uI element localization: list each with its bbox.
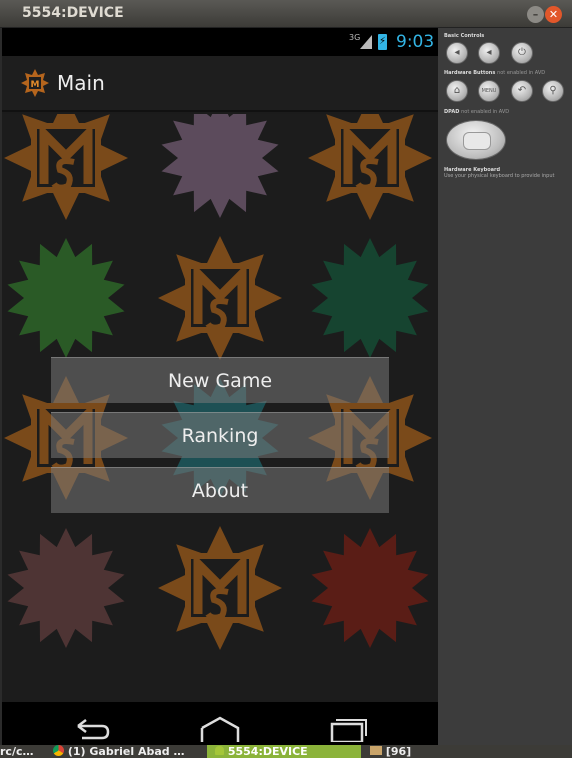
dpad-note: not enabled in AVD	[461, 109, 510, 115]
logo-tile	[308, 114, 432, 220]
gem-tile	[7, 528, 125, 648]
device-screen: 3G ⚡ 9:03 M Main New Game Ranking About	[2, 28, 438, 745]
recents-icon[interactable]	[328, 716, 368, 742]
network-type: 3G	[349, 33, 361, 42]
gem-tile	[161, 114, 279, 218]
volume-down-icon[interactable]: ◂	[446, 42, 468, 64]
svg-text:M: M	[31, 80, 40, 90]
ranking-button[interactable]: Ranking	[51, 412, 389, 458]
battery-icon: ⚡	[378, 34, 387, 50]
dpad-control[interactable]	[446, 120, 506, 160]
taskbar-item-label: [96]	[385, 745, 412, 758]
taskbar-item-label: (1) Gabriel Abad …	[67, 745, 185, 758]
search-hw-icon[interactable]: ⚲	[542, 80, 564, 102]
status-bar: 3G ⚡ 9:03	[2, 28, 438, 56]
emulator-controls-panel: Basic Controls ◂ ◂ ⏻ Hardware Buttons no…	[438, 28, 572, 745]
browser-icon	[53, 745, 64, 756]
hardware-buttons-text: Hardware Buttons	[444, 70, 496, 76]
gem-tile	[311, 238, 429, 358]
window-titlebar[interactable]: 5554:DEVICE – ✕	[0, 0, 572, 28]
gem-tile	[311, 528, 429, 648]
taskbar-item-device[interactable]: 5554:DEVICE	[207, 745, 361, 758]
window-title: 5554:DEVICE	[22, 5, 124, 21]
taskbar-item-folder[interactable]: [96]	[370, 745, 430, 758]
minimize-button[interactable]: –	[527, 6, 544, 23]
volume-up-icon[interactable]: ◂	[478, 42, 500, 64]
hardware-keyboard-note: Use your physical keyboard to provide in…	[444, 173, 555, 179]
back-hw-icon[interactable]: ↶	[511, 80, 533, 102]
new-game-button[interactable]: New Game	[51, 357, 389, 403]
gem-tile	[7, 238, 125, 358]
hardware-buttons-label: Hardware Buttons not enabled in AVD	[444, 70, 545, 76]
basic-controls-label: Basic Controls	[444, 33, 485, 39]
logo-tile	[158, 236, 282, 360]
menu-hw-button[interactable]: MENU	[478, 80, 500, 102]
signal-icon	[360, 35, 372, 49]
taskbar-item-label: 5554:DEVICE	[227, 745, 308, 758]
main-content: New Game Ranking About	[2, 114, 438, 702]
android-icon	[215, 746, 224, 755]
clock: 9:03	[396, 32, 435, 52]
taskbar: rc/c… (1) Gabriel Abad … 5554:DEVICE [96…	[0, 745, 572, 758]
logo-tile	[4, 114, 128, 220]
dpad-label: DPAD not enabled in AVD	[444, 109, 509, 115]
emulator-window: 5554:DEVICE – ✕ 3G ⚡ 9:03 M Main New Gam…	[0, 0, 572, 758]
home-icon[interactable]	[200, 716, 240, 742]
taskbar-item-browser[interactable]: (1) Gabriel Abad …	[53, 745, 203, 758]
screen-title: Main	[57, 71, 105, 95]
home-hw-icon[interactable]: ⌂	[446, 80, 468, 102]
hardware-buttons-note: not enabled in AVD	[497, 70, 546, 76]
app-logo-icon[interactable]: M	[20, 68, 50, 98]
back-icon[interactable]	[72, 716, 112, 742]
dpad-text: DPAD	[444, 109, 460, 115]
nav-bar	[2, 702, 438, 745]
folder-icon	[370, 746, 382, 755]
action-bar: M Main	[2, 56, 438, 112]
dpad-center-button[interactable]	[463, 132, 491, 150]
close-button[interactable]: ✕	[545, 6, 562, 23]
power-icon[interactable]: ⏻	[511, 42, 533, 64]
about-button[interactable]: About	[51, 467, 389, 513]
logo-tile	[158, 526, 282, 650]
taskbar-item[interactable]: rc/c…	[0, 745, 44, 758]
